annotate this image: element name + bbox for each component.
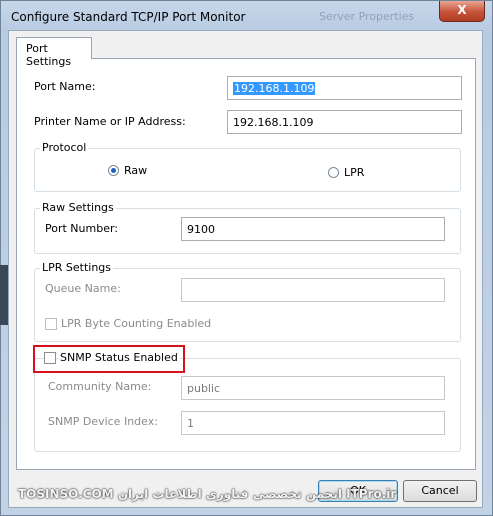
lpr-byte-counting-checkbox[interactable]: [45, 318, 57, 330]
port-name-value: 192.168.1.109: [233, 82, 316, 95]
snmp-device-index-label: SNMP Device Index:: [48, 415, 158, 428]
queue-name-input[interactable]: [181, 278, 445, 302]
port-number-input[interactable]: 9100: [181, 217, 445, 241]
radio-lpr-label[interactable]: LPR: [344, 166, 364, 179]
printer-address-label: Printer Name or IP Address:: [34, 115, 186, 128]
snmp-device-index-value: 1: [187, 417, 194, 430]
printer-address-value: 192.168.1.109: [233, 116, 314, 129]
port-number-value: 9100: [187, 223, 215, 236]
community-name-value: public: [187, 382, 221, 395]
lpr-byte-counting-label: LPR Byte Counting Enabled: [61, 317, 212, 330]
community-name-label: Community Name:: [48, 380, 152, 393]
community-name-input[interactable]: public: [181, 376, 445, 400]
protocol-group: [34, 148, 461, 192]
tab-label: Port Settings: [26, 42, 72, 68]
close-icon: X: [457, 3, 467, 17]
window-title: Configure Standard TCP/IP Port Monitor: [11, 10, 246, 24]
watermark-text: TOSINSO.COM انجمن تخصصی فناوری اطلاعات ا…: [18, 487, 397, 501]
radio-raw[interactable]: [108, 165, 119, 176]
tab-port-settings[interactable]: Port Settings: [16, 37, 92, 68]
close-button[interactable]: X: [439, 1, 485, 22]
printer-address-input[interactable]: 192.168.1.109: [227, 110, 462, 134]
snmp-status-label[interactable]: SNMP Status Enabled: [58, 351, 180, 364]
title-bar[interactable]: Configure Standard TCP/IP Port Monitor S…: [1, 1, 492, 31]
port-number-label: Port Number:: [45, 222, 119, 235]
snmp-status-checkbox[interactable]: [44, 352, 56, 364]
radio-raw-label[interactable]: Raw: [124, 164, 147, 177]
port-name-input[interactable]: 192.168.1.109: [227, 76, 462, 100]
port-name-label: Port Name:: [34, 80, 96, 93]
lpr-settings-label: LPR Settings: [40, 261, 114, 274]
background-window-edge: [0, 265, 8, 325]
raw-settings-label: Raw Settings: [40, 201, 116, 214]
radio-lpr[interactable]: [328, 167, 339, 178]
snmp-device-index-input[interactable]: 1: [181, 411, 445, 435]
background-window-title: Server Properties: [319, 10, 415, 23]
protocol-group-label: Protocol: [40, 141, 89, 154]
queue-name-label: Queue Name:: [45, 282, 121, 295]
